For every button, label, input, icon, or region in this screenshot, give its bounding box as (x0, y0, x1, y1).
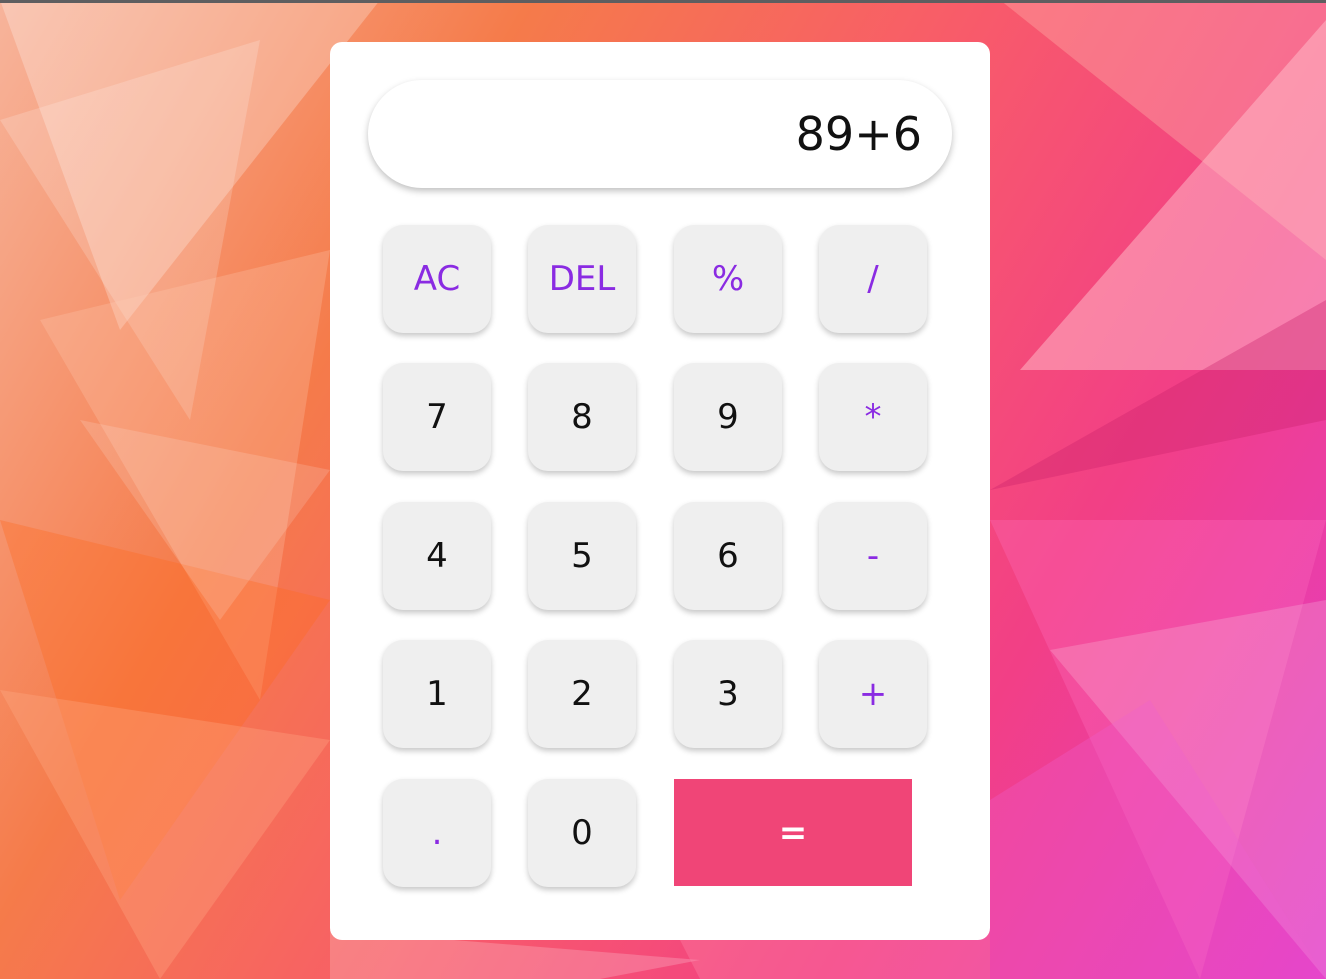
percent-button[interactable]: % (674, 225, 782, 333)
divide-button[interactable]: / (819, 225, 927, 333)
minus-button[interactable]: - (819, 502, 927, 610)
calculator-panel: 89+6 AC DEL % / 7 8 9 * 4 5 6 - 1 2 3 + … (330, 42, 990, 940)
digit-1-button[interactable]: 1 (383, 640, 491, 748)
digit-9-button[interactable]: 9 (674, 363, 782, 471)
clear-all-button[interactable]: AC (383, 225, 491, 333)
plus-button[interactable]: + (819, 640, 927, 748)
digit-3-button[interactable]: 3 (674, 640, 782, 748)
digit-0-button[interactable]: 0 (528, 779, 636, 887)
window-top-border (0, 0, 1326, 3)
digit-8-button[interactable]: 8 (528, 363, 636, 471)
multiply-button[interactable]: * (819, 363, 927, 471)
digit-7-button[interactable]: 7 (383, 363, 491, 471)
equals-button[interactable]: = (674, 779, 912, 886)
digit-6-button[interactable]: 6 (674, 502, 782, 610)
digit-5-button[interactable]: 5 (528, 502, 636, 610)
decimal-point-button[interactable]: . (383, 779, 491, 887)
digit-2-button[interactable]: 2 (528, 640, 636, 748)
calculator-display: 89+6 (368, 80, 952, 188)
digit-4-button[interactable]: 4 (383, 502, 491, 610)
delete-button[interactable]: DEL (528, 225, 636, 333)
